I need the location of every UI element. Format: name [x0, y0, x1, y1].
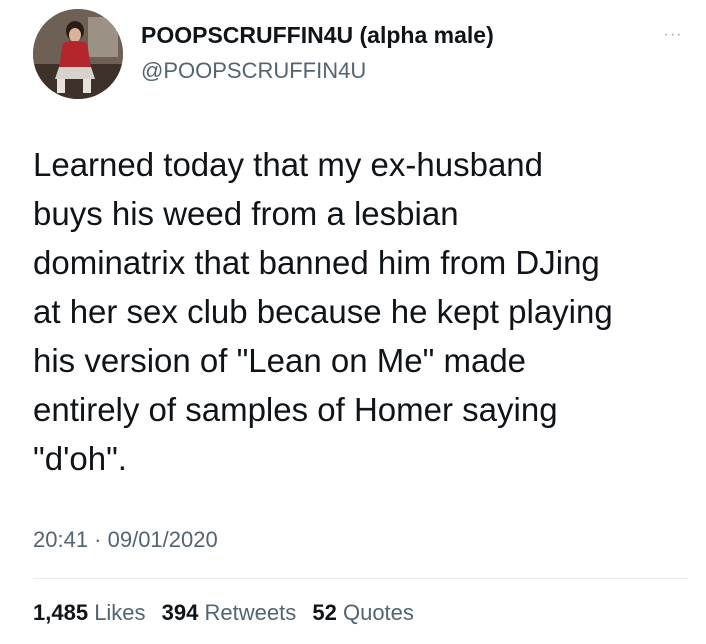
tweet-timestamp[interactable]: 20:41 · 09/01/2020 — [33, 527, 218, 553]
avatar[interactable] — [33, 9, 123, 99]
tweet-text-line: buys his weed from a lesbian — [33, 195, 459, 232]
retweets-count: 394 — [161, 600, 199, 625]
author-display-name[interactable]: POOPSCRUFFIN4U (alpha male) — [141, 22, 494, 49]
retweets-stat[interactable]: 394 Retweets — [162, 600, 297, 625]
tweet-text-line: "d'oh". — [33, 440, 127, 477]
tweet-card: POOPSCRUFFIN4U (alpha male) @POOPSCRUFFI… — [0, 0, 706, 644]
retweets-label: Retweets — [204, 600, 297, 625]
quotes-count: 52 — [312, 600, 337, 625]
tweet-text-line: at her sex club because he kept playing — [33, 293, 613, 330]
engagement-stats: 1,485 Likes 394 Retweets 52 Quotes — [33, 600, 424, 626]
likes-count: 1,485 — [33, 600, 89, 625]
tweet-text-line: dominatrix that banned him from DJing — [33, 244, 600, 281]
tweet-text-line: Learned today that my ex-husband — [33, 146, 544, 183]
tweet-text: Learned today that my ex-husband buys hi… — [33, 140, 693, 483]
likes-stat[interactable]: 1,485 Likes — [33, 600, 146, 625]
more-options-icon[interactable]: ··· — [658, 27, 688, 43]
divider — [33, 578, 688, 579]
quotes-stat[interactable]: 52 Quotes — [312, 600, 414, 625]
profile-photo-icon — [33, 9, 123, 99]
author-handle[interactable]: @POOPSCRUFFIN4U — [141, 58, 366, 84]
tweet-text-line: his version of "Lean on Me" made — [33, 342, 527, 379]
quotes-label: Quotes — [342, 600, 414, 625]
tweet-text-line: entirely of samples of Homer saying — [33, 391, 558, 428]
likes-label: Likes — [94, 600, 146, 625]
